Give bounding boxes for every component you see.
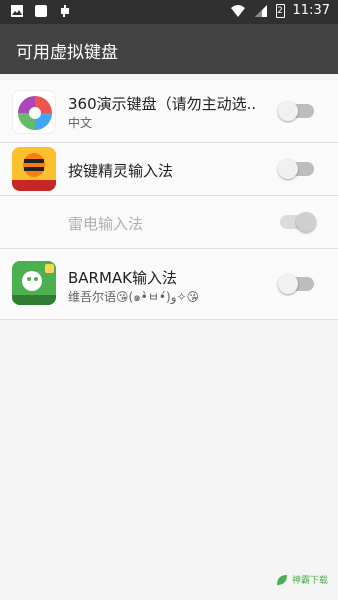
keyboard-toggle[interactable] (278, 159, 314, 179)
keyboard-item-anjian[interactable]: 按键精灵输入法 (0, 143, 338, 196)
keyboard-title: 按键精灵输入法 (68, 162, 174, 180)
keyboard-toggle[interactable] (278, 101, 314, 121)
image-icon (11, 5, 23, 17)
keyboard-toggle[interactable] (280, 212, 316, 232)
status-bar: 2 11:37 (0, 0, 338, 24)
keyboard-item-360[interactable]: 360演示键盘（请勿主动选.. 中文 (0, 80, 338, 143)
battery-icon: 2 (275, 3, 285, 18)
keyboard-item-barmak[interactable]: BARMAK输入法 维吾尔语😘(๑•̀ㅂ•́)و✧😘 (0, 249, 338, 320)
keyboard-subtitle: 维吾尔语😘(๑•̀ㅂ•́)و✧😘 (68, 290, 200, 304)
leaf-icon (276, 574, 287, 585)
app-bar: 可用虚拟键盘 (0, 24, 338, 74)
watermark-text: 神霸下载 (291, 576, 328, 586)
bee-keyboard-icon (12, 147, 56, 191)
keyboard-title: 雷电输入法 (68, 215, 144, 233)
360-keyboard-icon (12, 90, 56, 134)
keyboard-toggle[interactable] (278, 274, 314, 294)
square-icon (35, 5, 47, 17)
keyboard-subtitle: 中文 (68, 116, 93, 130)
keyboard-title: BARMAK输入法 (68, 269, 178, 287)
keyboard-list: 360演示键盘（请勿主动选.. 中文 按键精灵输入法 雷电输入法 BARMAK输… (0, 80, 338, 320)
signal-icon (254, 4, 267, 17)
keyboard-title: 360演示键盘（请勿主动选.. (68, 95, 257, 113)
keyboard-item-leidian[interactable]: 雷电输入法 (0, 196, 338, 249)
debug-icon (61, 5, 69, 17)
page-title: 可用虚拟键盘 (16, 43, 118, 63)
watermark: 神霸下载 (276, 573, 328, 586)
barmak-keyboard-icon (12, 261, 56, 305)
wifi-icon (230, 4, 245, 17)
status-time: 11:37 (292, 3, 330, 18)
